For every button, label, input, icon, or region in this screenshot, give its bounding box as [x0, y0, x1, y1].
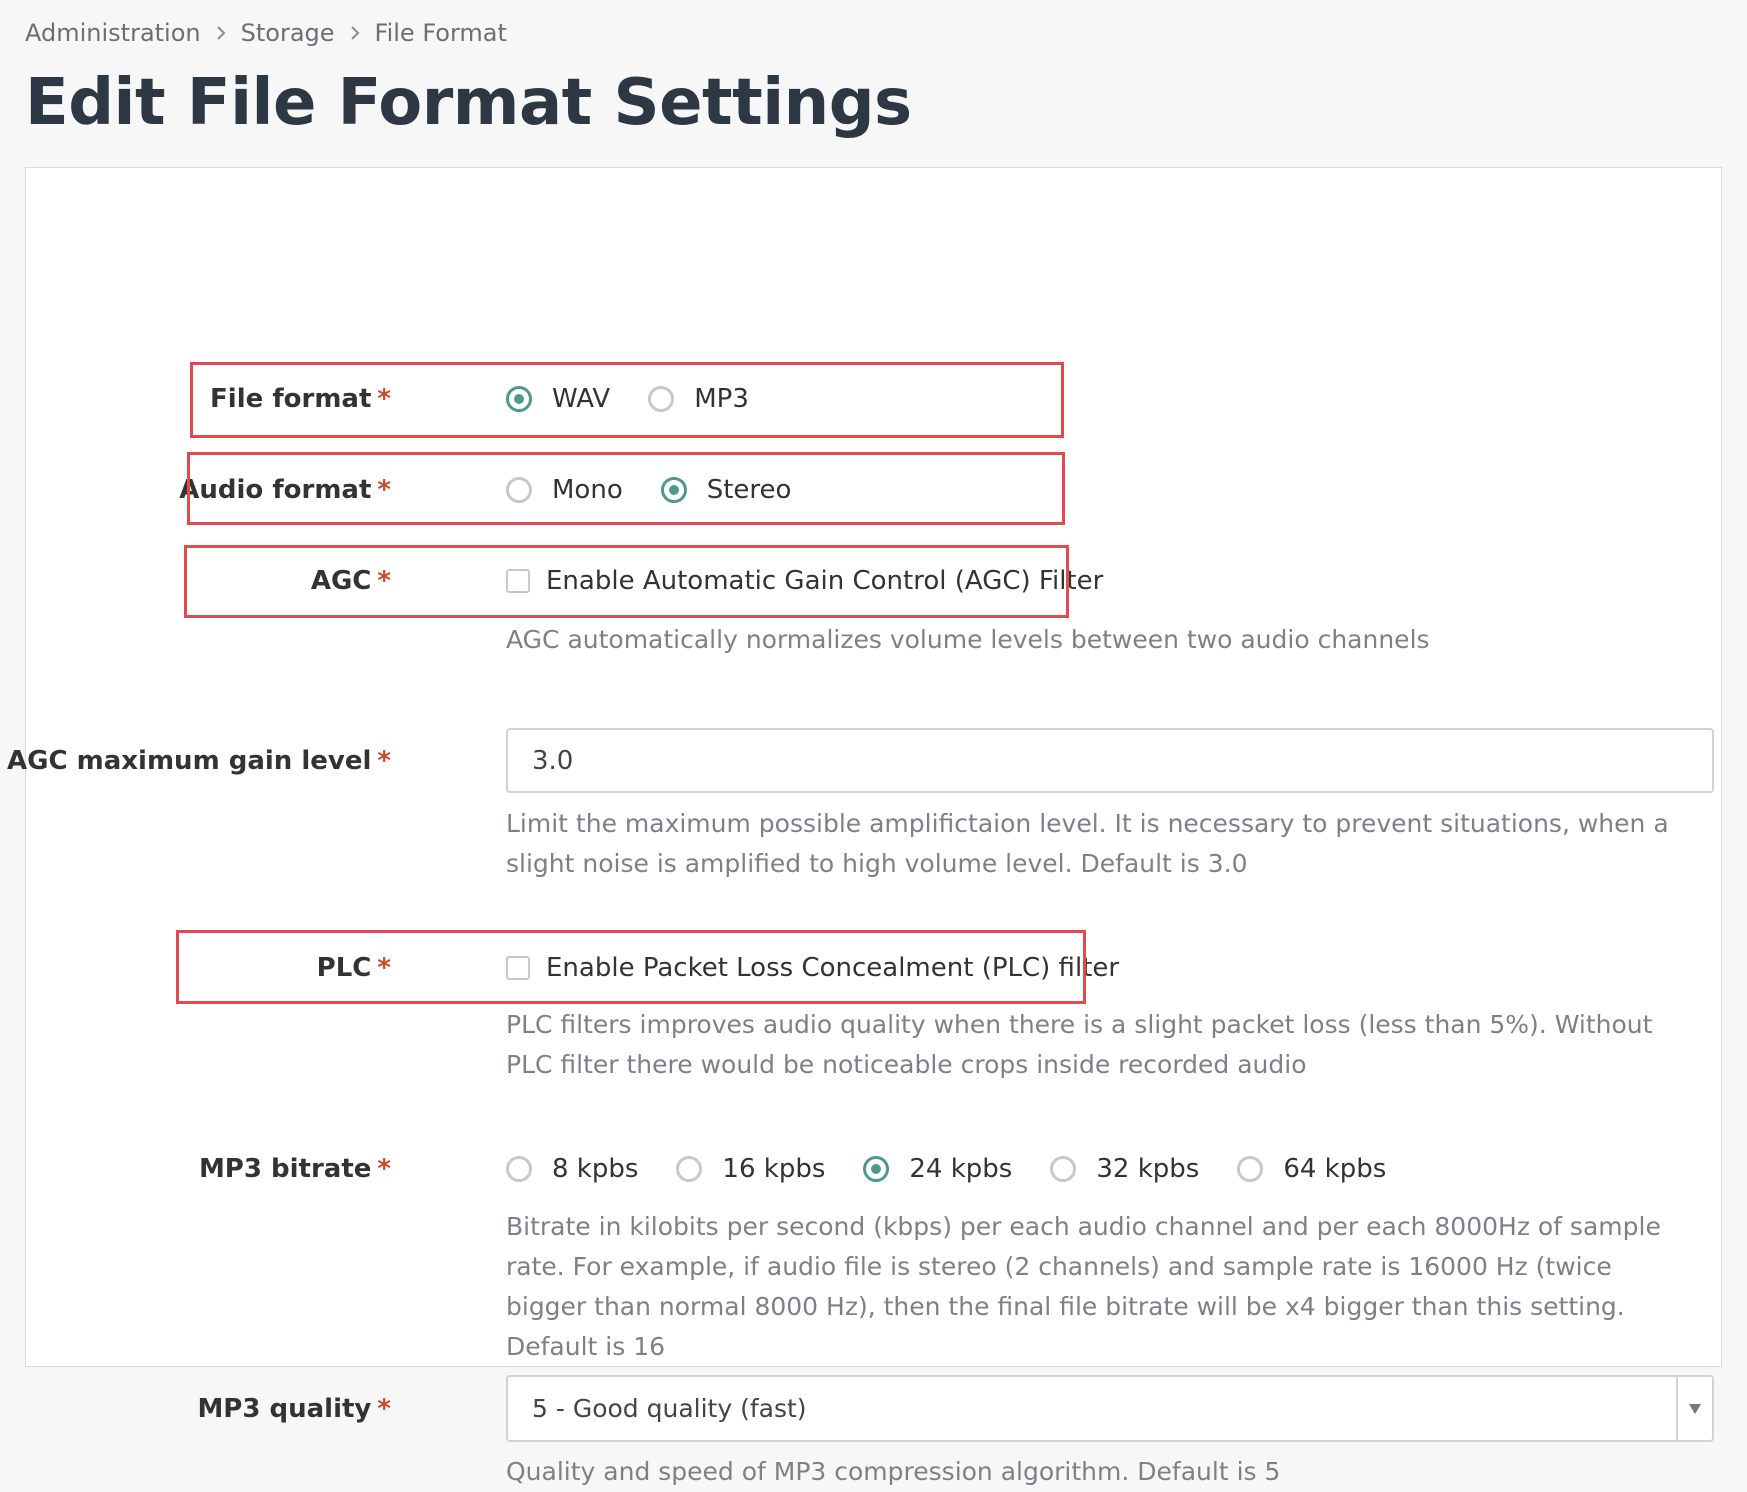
breadcrumb-file-format: File Format [374, 19, 507, 47]
agc-checkbox[interactable]: Enable Automatic Gain Control (AGC) Filt… [506, 564, 1103, 598]
radio-selected-icon[interactable] [506, 386, 532, 412]
radio-selected-icon[interactable] [660, 477, 687, 503]
required-marker: * [377, 953, 391, 983]
mp3-quality-help-text: Quality and speed of MP3 compression alg… [506, 1457, 1281, 1486]
required-marker: * [377, 1154, 391, 1184]
settings-form: File format * WAV MP3 Audio format * Mono … [7, 167, 1722, 1486]
audio-format-option-stereo[interactable]: Stereo [660, 475, 791, 505]
dropdown-arrow-icon[interactable] [1676, 1377, 1712, 1440]
file-format-option-wav[interactable]: WAV [506, 384, 610, 414]
radio-unselected-icon[interactable] [506, 1156, 532, 1182]
radio-selected-icon[interactable] [863, 1156, 890, 1182]
mp3-bitrate-option-8[interactable]: 8 kpbs [506, 1154, 638, 1184]
agc-max-gain-input[interactable]: 3.0 [506, 728, 1714, 793]
radio-unselected-icon[interactable] [1237, 1156, 1264, 1182]
breadcrumb: Administration Storage File Format [25, 16, 507, 50]
audio-format-radio-group: Mono Stereo [506, 473, 829, 507]
file-format-radio-group: WAV MP3 [506, 382, 787, 416]
plc-label: PLC * [316, 953, 391, 983]
file-format-option-mp3[interactable]: MP3 [648, 384, 749, 414]
radio-unselected-icon[interactable] [676, 1156, 703, 1182]
required-marker: * [377, 1394, 391, 1424]
mp3-quality-select[interactable]: 5 - Good quality (fast) [506, 1375, 1714, 1442]
mp3-bitrate-option-32[interactable]: 32 kpbs [1050, 1154, 1199, 1184]
agc-max-gain-label: AGC maximum gain level * [7, 746, 391, 776]
plc-help-text: PLC filters improves audio quality when … [506, 1010, 1653, 1079]
checkbox-unchecked-icon[interactable] [506, 569, 530, 593]
required-marker: * [377, 384, 391, 414]
mp3-bitrate-label: MP3 bitrate * [198, 1154, 391, 1184]
required-marker: * [377, 475, 391, 505]
radio-unselected-icon[interactable] [648, 386, 675, 412]
audio-format-option-mono[interactable]: Mono [506, 475, 623, 505]
mp3-quality-label: MP3 quality * [197, 1394, 391, 1424]
radio-unselected-icon[interactable] [506, 477, 532, 503]
chevron-right-icon [349, 25, 361, 41]
required-marker: * [377, 746, 391, 776]
breadcrumb-storage[interactable]: Storage [241, 19, 335, 47]
audio-format-label: Audio format * [179, 475, 391, 505]
chevron-right-icon [215, 25, 227, 41]
agc-label: AGC * [310, 566, 391, 596]
agc-help-text: AGC automatically normalizes volume leve… [506, 625, 1430, 654]
mp3-bitrate-option-16[interactable]: 16 kpbs [676, 1154, 825, 1184]
plc-checkbox[interactable]: Enable Packet Loss Concealment (PLC) fil… [506, 951, 1119, 985]
agc-max-gain-help-text: Limit the maximum possible amplifictaion… [506, 809, 1669, 878]
radio-unselected-icon[interactable] [1050, 1156, 1077, 1182]
checkbox-unchecked-icon[interactable] [506, 956, 530, 980]
file-format-label: File format * [210, 384, 391, 414]
mp3-bitrate-option-24[interactable]: 24 kpbs [863, 1154, 1012, 1184]
mp3-bitrate-option-64[interactable]: 64 kpbs [1237, 1154, 1386, 1184]
breadcrumb-administration[interactable]: Administration [25, 19, 201, 47]
mp3-quality-selected-value: 5 - Good quality (fast) [532, 1394, 807, 1423]
required-marker: * [377, 566, 391, 596]
page-title: Edit File Format Settings [25, 66, 912, 140]
mp3-bitrate-radio-group: 8 kpbs 16 kpbs 24 kpbs 32 kpbs 64 kpbs [506, 1152, 1424, 1186]
mp3-bitrate-help-text: Bitrate in kilobits per second (kbps) pe… [506, 1212, 1661, 1361]
